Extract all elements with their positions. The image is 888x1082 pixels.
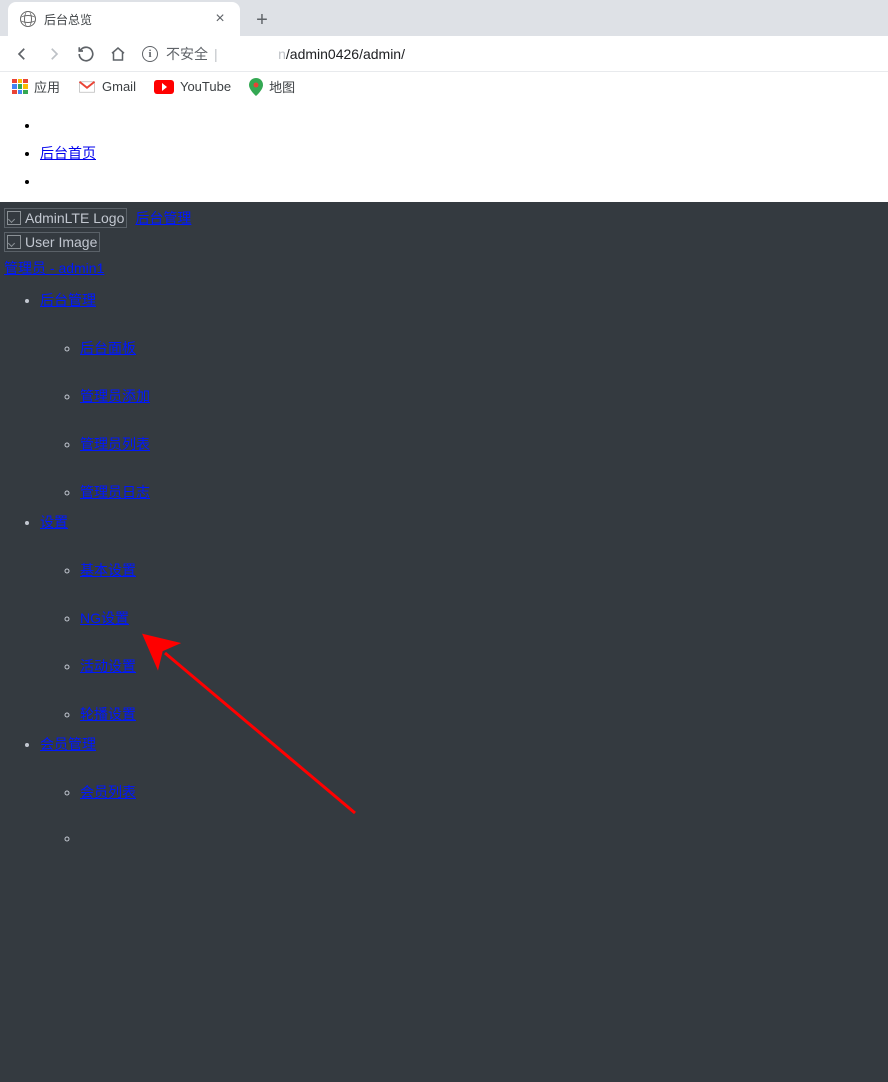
sidebar-item-activity-settings-link[interactable]: 活动设置 <box>80 656 888 676</box>
sidebar-item-empty <box>80 830 888 846</box>
address-bar[interactable]: i 不安全 | n /admin0426/admin/ <box>142 44 880 64</box>
logo-broken-image: AdminLTE Logo <box>4 208 127 228</box>
top-nav: 后台首页 <box>0 100 888 202</box>
broken-image-icon <box>5 233 23 251</box>
address-row: i 不安全 | n /admin0426/admin/ <box>0 36 888 72</box>
sidebar-item-ng-settings-link[interactable]: NG设置 <box>80 608 888 628</box>
sidebar-section-settings: 设置 基本设置 NG设置 活动设置 轮播设置 <box>40 512 888 724</box>
bookmark-gmail-label: Gmail <box>102 79 136 94</box>
forward-button[interactable] <box>40 40 68 68</box>
address-host <box>224 46 278 62</box>
back-button[interactable] <box>8 40 36 68</box>
user-image-alt: User Image <box>25 234 97 250</box>
bookmarks-bar: 应用 Gmail YouTube 地图 <box>0 72 888 102</box>
tab-title: 后台总览 <box>44 11 212 28</box>
reload-button[interactable] <box>72 40 100 68</box>
new-tab-button[interactable]: + <box>248 6 276 34</box>
sidebar-section-admin: 后台管理 后台面板 管理员添加 管理员列表 管理员日志 <box>40 290 888 502</box>
sidebar-panel: AdminLTE Logo 后台管理 User Image 管理员 - admi… <box>0 202 888 1082</box>
gmail-icon <box>78 80 96 94</box>
broken-image-icon <box>5 209 23 227</box>
sidebar-section-members-link[interactable]: 会员管理 <box>40 736 96 752</box>
sidebar-item-dashboard-link[interactable]: 后台面板 <box>80 338 888 358</box>
logo-alt-text: AdminLTE Logo <box>25 210 124 226</box>
user-broken-image: User Image <box>4 232 100 252</box>
globe-icon <box>20 11 36 27</box>
sidebar-item-admin-log: 管理员日志 <box>80 482 888 502</box>
sidebar-item-carousel-settings-link[interactable]: 轮播设置 <box>80 704 888 724</box>
bookmark-apps-label: 应用 <box>34 77 60 96</box>
sidebar-item-admin-list: 管理员列表 <box>80 434 888 454</box>
sidebar-item-admin-add-link[interactable]: 管理员添加 <box>80 386 888 406</box>
sidebar-item-member-list-link[interactable]: 会员列表 <box>80 782 888 802</box>
browser-chrome: 后台总览 × + i 不安全 | n /admin0426/admin/ <box>0 0 888 100</box>
sidebar-item-admin-list-link[interactable]: 管理员列表 <box>80 434 888 454</box>
bookmark-apps[interactable]: 应用 <box>12 77 60 96</box>
sidebar-item-carousel-settings: 轮播设置 <box>80 704 888 724</box>
close-icon[interactable]: × <box>212 10 228 28</box>
info-icon[interactable]: i <box>142 46 158 62</box>
address-separator: | <box>214 46 218 62</box>
sidebar-section-settings-link[interactable]: 设置 <box>40 514 68 530</box>
bookmark-youtube[interactable]: YouTube <box>154 79 231 94</box>
bookmark-youtube-label: YouTube <box>180 79 231 94</box>
topnav-item-empty2 <box>40 170 888 188</box>
tab-strip: 后台总览 × + <box>0 0 888 36</box>
brand-link[interactable]: 后台管理 <box>135 208 191 228</box>
browser-tab[interactable]: 后台总览 × <box>8 2 240 36</box>
brand-row: AdminLTE Logo 后台管理 <box>0 206 888 230</box>
topnav-home-link[interactable]: 后台首页 <box>40 145 96 161</box>
maps-icon <box>249 78 263 96</box>
youtube-icon <box>154 80 174 94</box>
bookmark-maps[interactable]: 地图 <box>249 77 295 96</box>
sidebar-section-members: 会员管理 会员列表 <box>40 734 888 846</box>
sidebar-item-admin-add: 管理员添加 <box>80 386 888 406</box>
topnav-item-home: 后台首页 <box>40 142 888 160</box>
address-path: /admin0426/admin/ <box>286 46 405 62</box>
address-host-suffix: n <box>278 46 286 62</box>
sidebar-item-member-list: 会员列表 <box>80 782 888 802</box>
bookmark-gmail[interactable]: Gmail <box>78 79 136 94</box>
topnav-item-empty <box>40 114 888 132</box>
page-content: 后台首页 AdminLTE Logo 后台管理 User Image 管理员 -… <box>0 100 888 1082</box>
sidebar-item-admin-log-link[interactable]: 管理员日志 <box>80 482 888 502</box>
sidebar-item-ng-settings: NG设置 <box>80 608 888 628</box>
sidebar-item-activity-settings: 活动设置 <box>80 656 888 676</box>
bookmark-maps-label: 地图 <box>269 77 295 96</box>
security-warning: 不安全 <box>166 44 208 64</box>
sidebar-item-basic-settings-link[interactable]: 基本设置 <box>80 560 888 580</box>
sidebar-menu: 后台管理 后台面板 管理员添加 管理员列表 管理员日志 设置 基本设置 NG设置… <box>0 290 888 846</box>
sidebar-item-basic-settings: 基本设置 <box>80 560 888 580</box>
sidebar-section-admin-link[interactable]: 后台管理 <box>40 292 96 308</box>
apps-icon <box>12 79 28 95</box>
sidebar-item-dashboard: 后台面板 <box>80 338 888 358</box>
user-row: User Image <box>0 230 888 256</box>
user-link[interactable]: 管理员 - admin1 <box>0 256 888 280</box>
home-button[interactable] <box>104 40 132 68</box>
